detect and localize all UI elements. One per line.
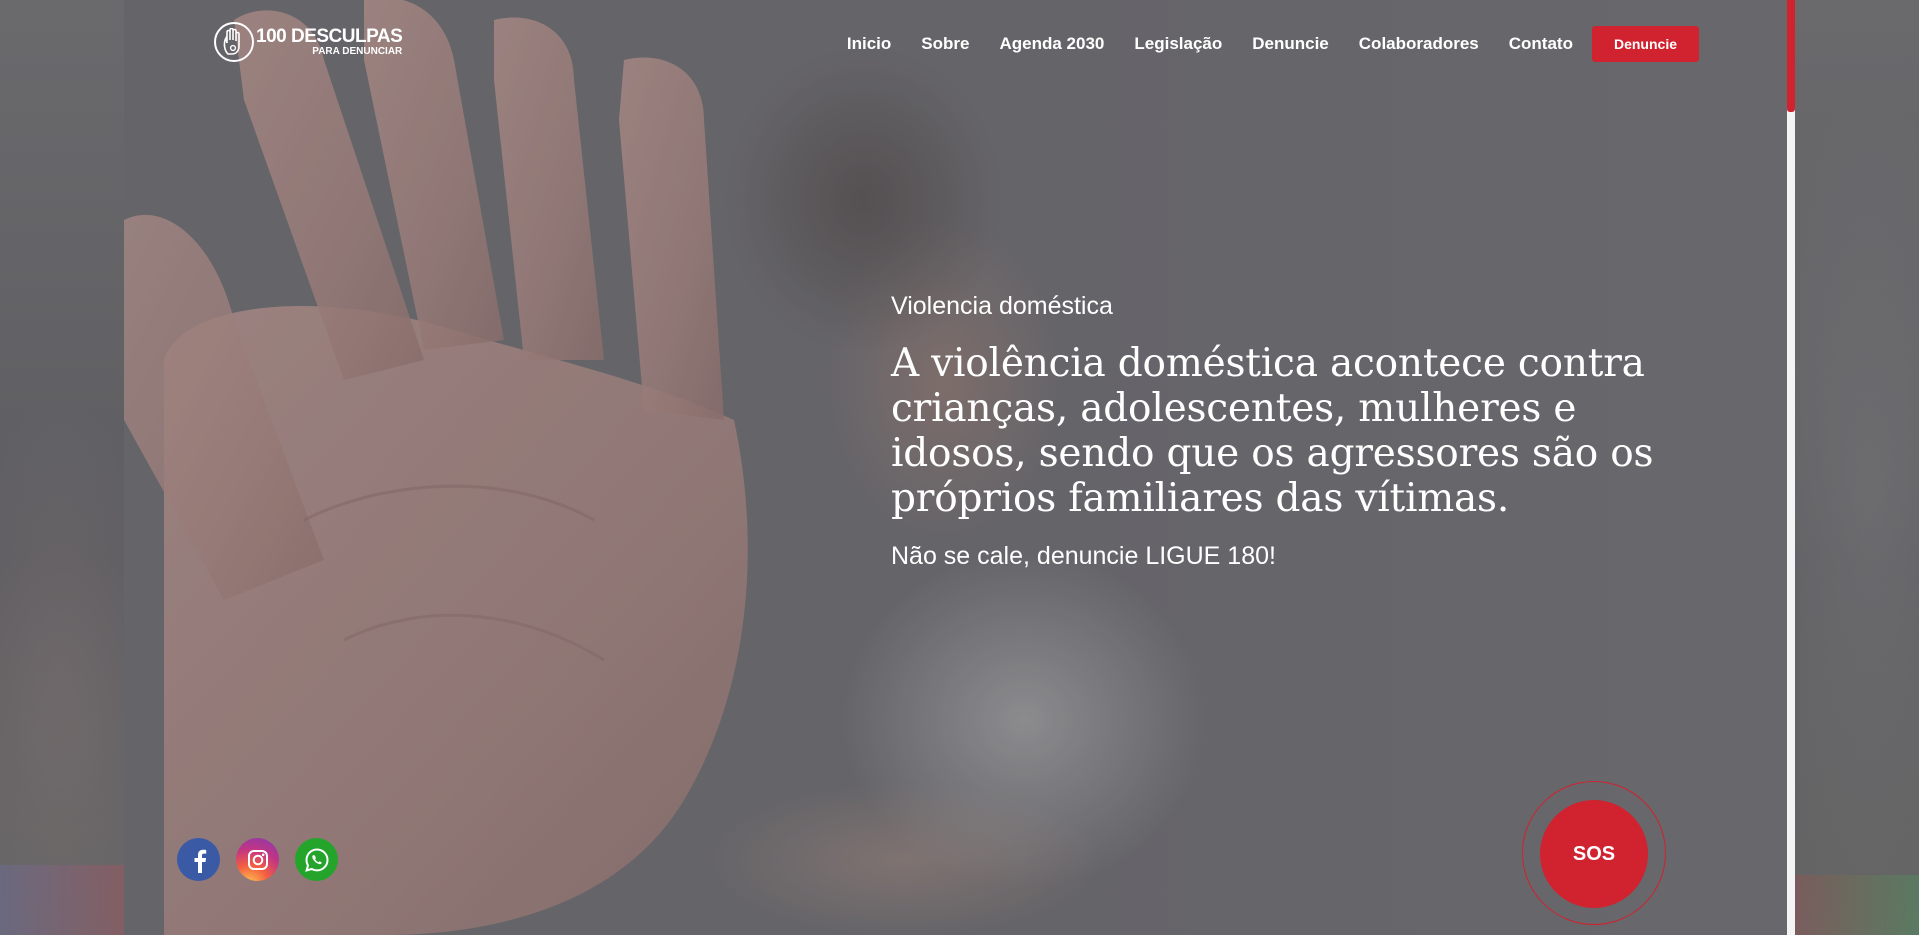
backdrop-decoration bbox=[1791, 875, 1919, 935]
site-logo[interactable]: 100 DESCULPAS PARA DENUNCIAR bbox=[214, 22, 403, 62]
nav-item-colaboradores[interactable]: Colaboradores bbox=[1359, 34, 1479, 54]
hero-call-to-action: Não se cale, denuncie LIGUE 180! bbox=[891, 542, 1276, 570]
nav-item-denuncie[interactable]: Denuncie bbox=[1252, 34, 1329, 54]
hero-headline: A violência doméstica acontece contra cr… bbox=[891, 341, 1654, 521]
sos-button[interactable]: SOS bbox=[1540, 800, 1648, 908]
site-header: 100 DESCULPAS PARA DENUNCIAR Inicio Sobr… bbox=[124, 0, 1787, 92]
instagram-icon[interactable] bbox=[236, 838, 279, 881]
nav-item-inicio[interactable]: Inicio bbox=[847, 34, 891, 54]
hero-section: 100 DESCULPAS PARA DENUNCIAR Inicio Sobr… bbox=[124, 0, 1787, 935]
brand-title: 100 DESCULPAS bbox=[256, 26, 403, 47]
nav-item-legislacao[interactable]: Legislação bbox=[1134, 34, 1222, 54]
hero-content: Violencia doméstica A violência doméstic… bbox=[891, 292, 1701, 571]
denuncie-button[interactable]: Denuncie bbox=[1591, 26, 1699, 62]
backdrop-decoration bbox=[0, 865, 124, 935]
nav-item-contato[interactable]: Contato bbox=[1509, 34, 1573, 54]
nav-item-agenda-2030[interactable]: Agenda 2030 bbox=[999, 34, 1104, 54]
page-scrollbar[interactable] bbox=[1787, 0, 1795, 935]
facebook-icon[interactable] bbox=[177, 838, 220, 881]
main-nav: Inicio Sobre Agenda 2030 Legislação Denu… bbox=[817, 26, 1787, 62]
nav-item-sobre[interactable]: Sobre bbox=[921, 34, 969, 54]
hand-logo-icon bbox=[214, 22, 254, 62]
brand-subtitle: PARA DENUNCIAR bbox=[312, 46, 403, 57]
hero-eyebrow: Violencia doméstica bbox=[891, 292, 1113, 320]
whatsapp-icon[interactable] bbox=[295, 838, 338, 881]
scrollbar-thumb[interactable] bbox=[1787, 0, 1795, 113]
social-links bbox=[177, 838, 354, 881]
